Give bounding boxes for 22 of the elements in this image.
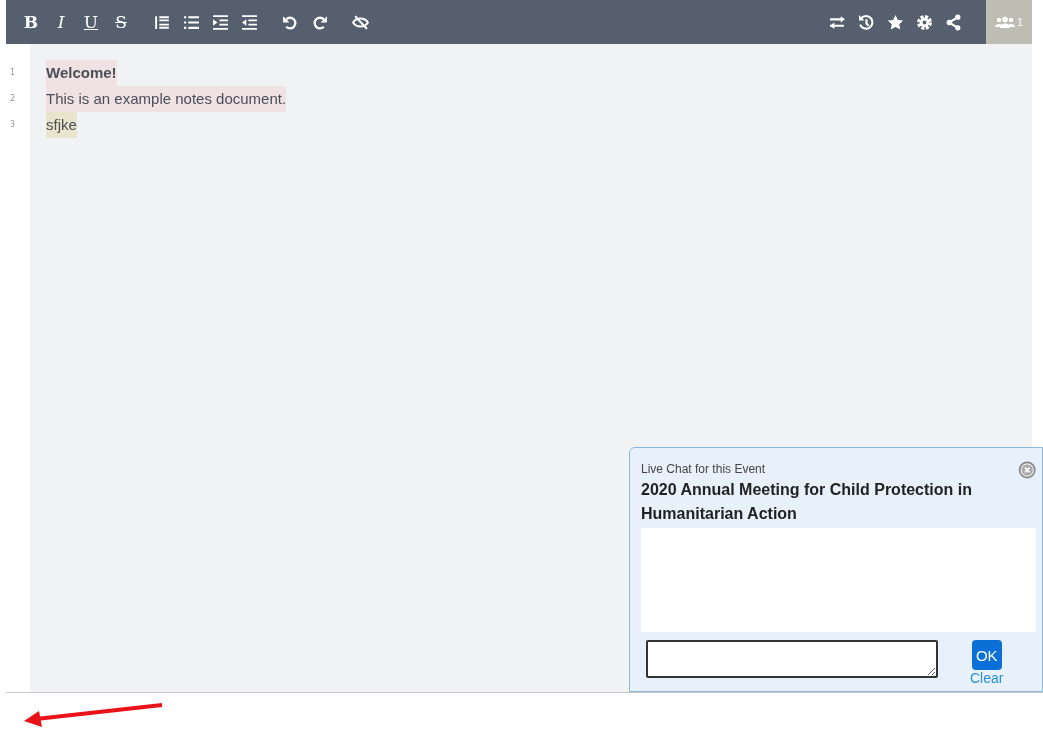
hidden-eye-icon[interactable] <box>352 13 369 31</box>
chat-subtitle: Live Chat for this Event <box>641 462 767 476</box>
numbered-list-icon[interactable] <box>154 13 171 31</box>
indent-icon[interactable] <box>212 13 229 31</box>
chat-title: 2020 Annual Meeting for Child Protection in Humanitarian Action <box>641 480 973 524</box>
bullet-list-icon[interactable] <box>183 13 200 31</box>
user-count: 1 <box>1017 16 1023 28</box>
share-icon[interactable] <box>945 13 962 31</box>
chat-input-field[interactable] <box>646 640 938 678</box>
users-icon <box>995 16 1016 28</box>
settings-icon[interactable] <box>916 13 933 31</box>
format-button[interactable]: B <box>16 7 46 37</box>
line-number: 1 <box>9 67 17 79</box>
line-number: 2 <box>9 93 17 105</box>
format-button[interactable]: I <box>46 7 76 37</box>
format-button[interactable]: U <box>76 7 106 37</box>
star-icon[interactable] <box>887 13 904 31</box>
format-button[interactable]: S <box>106 7 136 37</box>
ok-button[interactable]: OK <box>971 640 1002 670</box>
outdent-icon[interactable] <box>241 13 258 31</box>
history-icon[interactable] <box>858 13 875 31</box>
line-number: 3 <box>9 119 17 131</box>
